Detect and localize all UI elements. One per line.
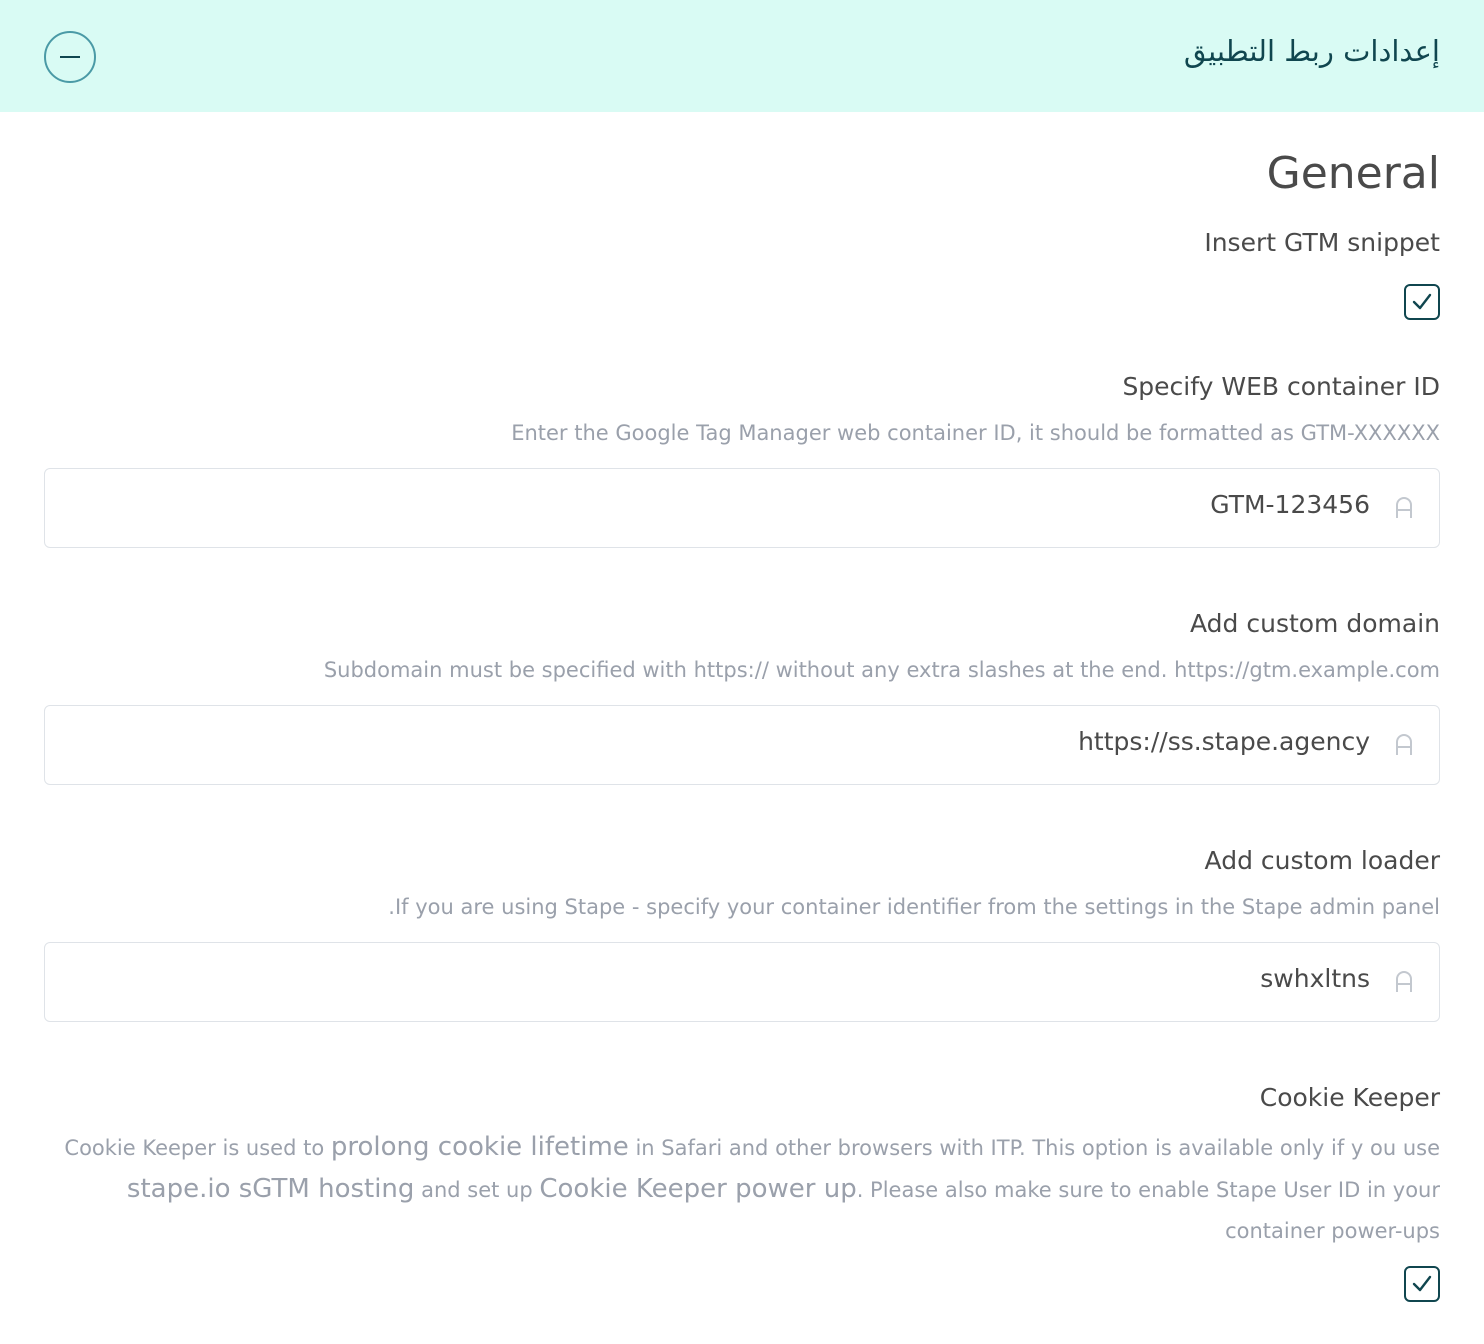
custom-loader-input[interactable]: swhxltns — [44, 942, 1440, 1022]
cookie-keeper-hint-emphasis: Cookie Keeper power up — [539, 1174, 857, 1204]
custom-loader-value: swhxltns — [1260, 964, 1370, 993]
web-container-label: Specify WEB container ID — [1122, 372, 1440, 401]
collapse-button[interactable] — [44, 31, 96, 83]
checkmark-icon — [1412, 1275, 1432, 1292]
app-header: إعدادات ربط التطبيق — [0, 0, 1484, 112]
text-input-icon — [1396, 734, 1412, 755]
custom-domain-label: Add custom domain — [1190, 609, 1440, 638]
cookie-keeper-hint-emphasis: stape.io sGTM hosting — [126, 1174, 415, 1204]
text-input-icon — [1396, 971, 1412, 992]
web-container-hint: Enter the Google Tag Manager web contain… — [511, 421, 1440, 445]
minus-circle-icon — [60, 56, 80, 58]
page-title: إعدادات ربط التطبيق — [1183, 34, 1440, 68]
insert-gtm-label: Insert GTM snippet — [1204, 228, 1440, 257]
insert-gtm-checkbox[interactable] — [1404, 284, 1440, 320]
cookie-keeper-hint: Cookie Keeper is used to prolong cookie … — [44, 1127, 1440, 1252]
cookie-keeper-hint-text: in Safari and other browsers with ITP. T… — [628, 1136, 1440, 1160]
custom-loader-hint: .If you are using Stape - specify your c… — [388, 895, 1440, 919]
custom-loader-label: Add custom loader — [1204, 846, 1440, 875]
text-input-icon — [1396, 497, 1412, 518]
custom-domain-hint: Subdomain must be specified with https:/… — [323, 658, 1440, 682]
web-container-value: GTM-123456 — [1210, 490, 1370, 519]
custom-domain-value: https://ss.stape.agency — [1078, 727, 1370, 756]
cookie-keeper-checkbox[interactable] — [1404, 1266, 1440, 1302]
checkmark-icon — [1412, 293, 1432, 310]
cookie-keeper-label: Cookie Keeper — [1259, 1083, 1440, 1112]
web-container-input[interactable]: GTM-123456 — [44, 468, 1440, 548]
cookie-keeper-hint-text: and set up — [414, 1178, 540, 1202]
cookie-keeper-hint-emphasis: prolong cookie lifetime — [330, 1132, 629, 1162]
cookie-keeper-hint-text: . Please also make sure to enable Stape … — [856, 1178, 1440, 1243]
cookie-keeper-hint-text: Cookie Keeper is used to — [64, 1136, 331, 1160]
custom-domain-input[interactable]: https://ss.stape.agency — [44, 705, 1440, 785]
section-title-general: General — [1266, 148, 1440, 199]
